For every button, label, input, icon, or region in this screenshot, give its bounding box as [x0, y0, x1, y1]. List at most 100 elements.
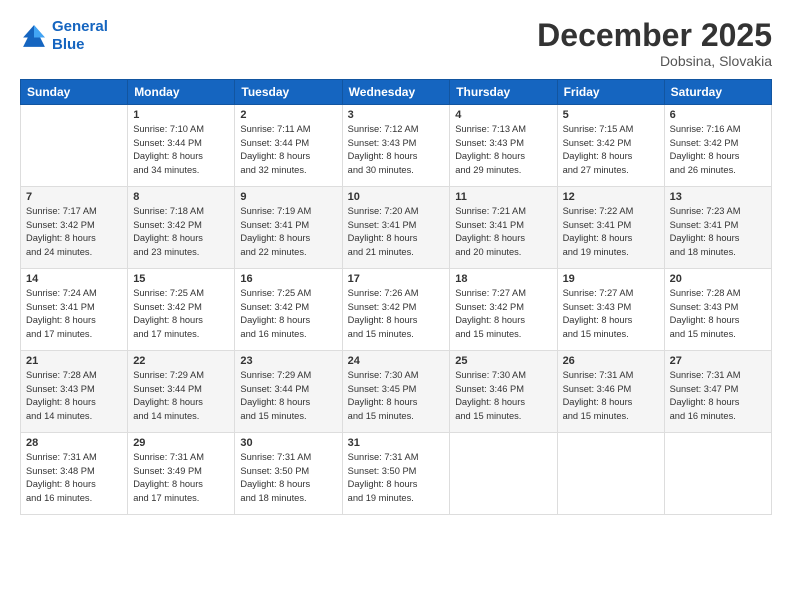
table-row: 5Sunrise: 7:15 AM Sunset: 3:42 PM Daylig…	[557, 105, 664, 187]
calendar-week-row: 28 Sunrise: 7:31 AM Sunset: 3:48 PM Dayli…	[21, 433, 772, 515]
day-info: Sunrise: 7:16 AM Sunset: 3:42 PM Dayligh…	[670, 123, 766, 177]
table-row: 20 Sunrise: 7:28 AM Sunset: 3:43 PM Dayli…	[664, 269, 771, 351]
day-info: Sunrise: 7:30 AM Sunset: 3:45 PM Dayligh…	[348, 369, 445, 423]
calendar-week-row: 14 Sunrise: 7:24 AM Sunset: 3:41 PM Dayli…	[21, 269, 772, 351]
table-row: 9 Sunrise: 7:19 AM Sunset: 3:41 PM Daylig…	[235, 187, 342, 269]
day-info: Sunrise: 7:10 AM Sunset: 3:44 PM Dayligh…	[133, 123, 229, 177]
day-number: 14	[26, 273, 122, 285]
day-info: Sunrise: 7:25 AM Sunset: 3:42 PM Dayligh…	[133, 287, 229, 341]
day-number: 13	[670, 191, 766, 203]
day-info: Sunrise: 7:28 AM Sunset: 3:43 PM Dayligh…	[26, 369, 122, 423]
day-info: Sunrise: 7:31 AM Sunset: 3:48 PM Dayligh…	[26, 451, 122, 505]
table-row: 10 Sunrise: 7:20 AM Sunset: 3:41 PM Dayli…	[342, 187, 450, 269]
col-saturday: Saturday	[664, 80, 771, 105]
calendar-header-row: Sunday Monday Tuesday Wednesday Thursday…	[21, 80, 772, 105]
day-info: Sunrise: 7:31 AM Sunset: 3:47 PM Dayligh…	[670, 369, 766, 423]
table-row: 6 Sunrise: 7:16 AM Sunset: 3:42 PM Daylig…	[664, 105, 771, 187]
day-info: Sunrise: 7:29 AM Sunset: 3:44 PM Dayligh…	[133, 369, 229, 423]
table-row: 12Sunrise: 7:22 AM Sunset: 3:41 PM Dayli…	[557, 187, 664, 269]
logo: General Blue	[20, 18, 108, 54]
day-info: Sunrise: 7:24 AM Sunset: 3:41 PM Dayligh…	[26, 287, 122, 341]
table-row	[664, 433, 771, 515]
table-row: 30Sunrise: 7:31 AM Sunset: 3:50 PM Dayli…	[235, 433, 342, 515]
day-info: Sunrise: 7:30 AM Sunset: 3:46 PM Dayligh…	[455, 369, 551, 423]
day-number: 8	[133, 191, 229, 203]
day-info: Sunrise: 7:11 AM Sunset: 3:44 PM Dayligh…	[240, 123, 336, 177]
day-number: 5	[563, 109, 659, 121]
table-row: 13Sunrise: 7:23 AM Sunset: 3:41 PM Dayli…	[664, 187, 771, 269]
table-row	[557, 433, 664, 515]
day-info: Sunrise: 7:25 AM Sunset: 3:42 PM Dayligh…	[240, 287, 336, 341]
day-number: 20	[670, 273, 766, 285]
day-info: Sunrise: 7:22 AM Sunset: 3:41 PM Dayligh…	[563, 205, 659, 259]
table-row: 29 Sunrise: 7:31 AM Sunset: 3:49 PM Dayli…	[128, 433, 235, 515]
logo-line1: General	[52, 18, 108, 35]
calendar-week-row: 21 Sunrise: 7:28 AM Sunset: 3:43 PM Dayli…	[21, 351, 772, 433]
table-row: 27 Sunrise: 7:31 AM Sunset: 3:47 PM Dayli…	[664, 351, 771, 433]
day-info: Sunrise: 7:31 AM Sunset: 3:49 PM Dayligh…	[133, 451, 229, 505]
day-number: 31	[348, 437, 445, 449]
day-number: 27	[670, 355, 766, 367]
table-row: 8 Sunrise: 7:18 AM Sunset: 3:42 PM Daylig…	[128, 187, 235, 269]
day-number: 24	[348, 355, 445, 367]
table-row	[450, 433, 557, 515]
day-info: Sunrise: 7:13 AM Sunset: 3:43 PM Dayligh…	[455, 123, 551, 177]
table-row: 26 Sunrise: 7:31 AM Sunset: 3:46 PM Dayli…	[557, 351, 664, 433]
col-sunday: Sunday	[21, 80, 128, 105]
day-number: 30	[240, 437, 336, 449]
table-row: 28 Sunrise: 7:31 AM Sunset: 3:48 PM Dayli…	[21, 433, 128, 515]
day-info: Sunrise: 7:28 AM Sunset: 3:43 PM Dayligh…	[670, 287, 766, 341]
day-info: Sunrise: 7:27 AM Sunset: 3:43 PM Dayligh…	[563, 287, 659, 341]
logo-line2: Blue	[52, 36, 85, 53]
day-info: Sunrise: 7:18 AM Sunset: 3:42 PM Dayligh…	[133, 205, 229, 259]
day-info: Sunrise: 7:29 AM Sunset: 3:44 PM Dayligh…	[240, 369, 336, 423]
day-number: 19	[563, 273, 659, 285]
month-title: December 2025	[537, 18, 772, 53]
day-info: Sunrise: 7:20 AM Sunset: 3:41 PM Dayligh…	[348, 205, 445, 259]
table-row: 7Sunrise: 7:17 AM Sunset: 3:42 PM Daylig…	[21, 187, 128, 269]
day-number: 21	[26, 355, 122, 367]
day-number: 6	[670, 109, 766, 121]
day-number: 9	[240, 191, 336, 203]
table-row	[21, 105, 128, 187]
day-number: 17	[348, 273, 445, 285]
day-info: Sunrise: 7:31 AM Sunset: 3:46 PM Dayligh…	[563, 369, 659, 423]
location: Dobsina, Slovakia	[537, 53, 772, 69]
table-row: 17Sunrise: 7:26 AM Sunset: 3:42 PM Dayli…	[342, 269, 450, 351]
day-info: Sunrise: 7:17 AM Sunset: 3:42 PM Dayligh…	[26, 205, 122, 259]
calendar-week-row: 7Sunrise: 7:17 AM Sunset: 3:42 PM Daylig…	[21, 187, 772, 269]
col-thursday: Thursday	[450, 80, 557, 105]
day-number: 26	[563, 355, 659, 367]
day-number: 29	[133, 437, 229, 449]
calendar-table: Sunday Monday Tuesday Wednesday Thursday…	[20, 79, 772, 515]
day-number: 15	[133, 273, 229, 285]
day-number: 10	[348, 191, 445, 203]
table-row: 22 Sunrise: 7:29 AM Sunset: 3:44 PM Dayli…	[128, 351, 235, 433]
table-row: 18Sunrise: 7:27 AM Sunset: 3:42 PM Dayli…	[450, 269, 557, 351]
day-number: 16	[240, 273, 336, 285]
day-info: Sunrise: 7:19 AM Sunset: 3:41 PM Dayligh…	[240, 205, 336, 259]
day-number: 22	[133, 355, 229, 367]
day-info: Sunrise: 7:12 AM Sunset: 3:43 PM Dayligh…	[348, 123, 445, 177]
table-row: 4 Sunrise: 7:13 AM Sunset: 3:43 PM Daylig…	[450, 105, 557, 187]
table-row: 31Sunrise: 7:31 AM Sunset: 3:50 PM Dayli…	[342, 433, 450, 515]
header: General Blue December 2025 Dobsina, Slov…	[20, 18, 772, 69]
logo-icon	[20, 22, 48, 50]
table-row: 15 Sunrise: 7:25 AM Sunset: 3:42 PM Dayli…	[128, 269, 235, 351]
table-row: 1Sunrise: 7:10 AM Sunset: 3:44 PM Daylig…	[128, 105, 235, 187]
table-row: 24 Sunrise: 7:30 AM Sunset: 3:45 PM Dayli…	[342, 351, 450, 433]
title-section: December 2025 Dobsina, Slovakia	[537, 18, 772, 69]
table-row: 25Sunrise: 7:30 AM Sunset: 3:46 PM Dayli…	[450, 351, 557, 433]
day-number: 28	[26, 437, 122, 449]
table-row: 19 Sunrise: 7:27 AM Sunset: 3:43 PM Dayli…	[557, 269, 664, 351]
day-number: 2	[240, 109, 336, 121]
table-row: 2 Sunrise: 7:11 AM Sunset: 3:44 PM Daylig…	[235, 105, 342, 187]
day-number: 18	[455, 273, 551, 285]
table-row: 21 Sunrise: 7:28 AM Sunset: 3:43 PM Dayli…	[21, 351, 128, 433]
col-friday: Friday	[557, 80, 664, 105]
table-row: 3 Sunrise: 7:12 AM Sunset: 3:43 PM Daylig…	[342, 105, 450, 187]
table-row: 23 Sunrise: 7:29 AM Sunset: 3:44 PM Dayli…	[235, 351, 342, 433]
day-number: 23	[240, 355, 336, 367]
day-number: 3	[348, 109, 445, 121]
day-number: 4	[455, 109, 551, 121]
